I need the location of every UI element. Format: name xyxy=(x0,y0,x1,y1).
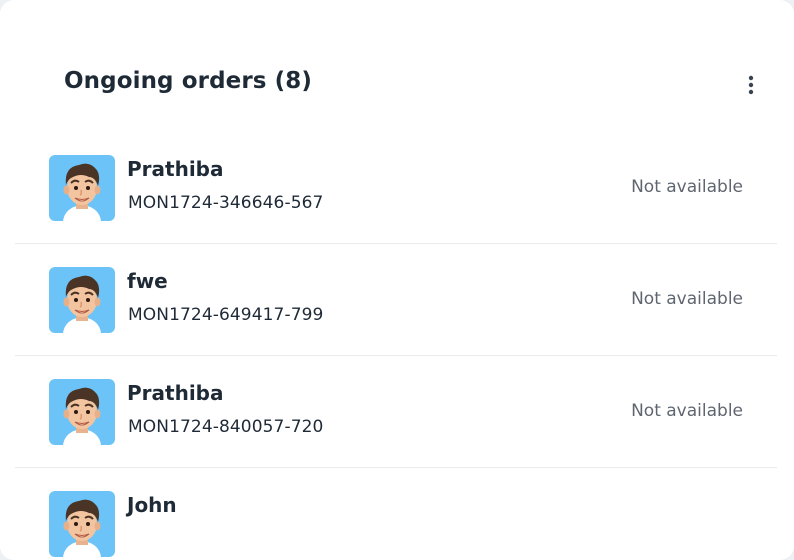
order-row[interactable]: fwe MON1724-649417-799 Not available xyxy=(15,244,777,356)
card-title: Ongoing orders (8) xyxy=(64,68,312,94)
order-status: Not available xyxy=(631,177,743,197)
orders-list: Prathiba MON1724-346646-567 Not availabl… xyxy=(15,132,777,560)
order-id: MON1724-840057-720 xyxy=(128,417,324,437)
memoji-avatar-icon xyxy=(49,155,115,221)
customer-name: fwe xyxy=(127,269,168,293)
order-row[interactable]: John xyxy=(15,468,777,560)
customer-name: Prathiba xyxy=(127,381,224,405)
order-status: Not available xyxy=(631,289,743,309)
order-row[interactable]: Prathiba MON1724-840057-720 Not availabl… xyxy=(15,356,777,468)
customer-name: John xyxy=(127,493,177,517)
more-vertical-icon xyxy=(748,75,754,95)
memoji-avatar-icon xyxy=(49,379,115,445)
order-row[interactable]: Prathiba MON1724-346646-567 Not availabl… xyxy=(15,132,777,244)
order-id: MON1724-649417-799 xyxy=(128,305,324,325)
card-header: Ongoing orders (8) xyxy=(64,66,764,104)
order-status: Not available xyxy=(631,401,743,421)
memoji-avatar-icon xyxy=(49,267,115,333)
order-id: MON1724-346646-567 xyxy=(128,193,324,213)
more-options-button[interactable] xyxy=(744,71,758,99)
ongoing-orders-card: Ongoing orders (8) Prathiba MON1724-3466… xyxy=(0,0,794,560)
customer-name: Prathiba xyxy=(127,157,224,181)
memoji-avatar-icon xyxy=(49,491,115,557)
